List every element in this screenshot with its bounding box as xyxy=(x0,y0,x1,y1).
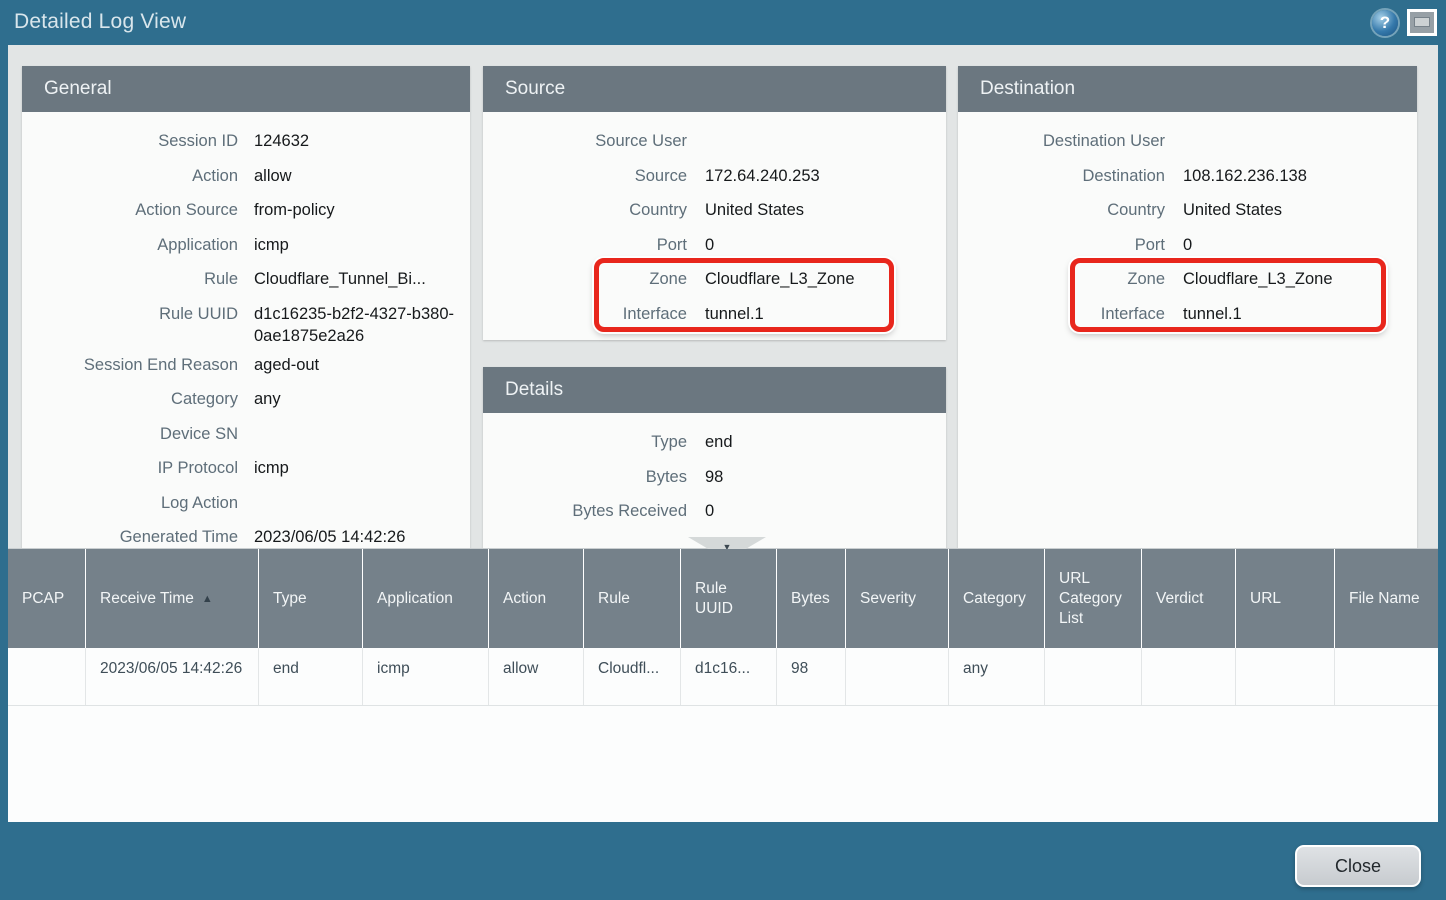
column-header-action[interactable]: Action xyxy=(488,549,583,648)
dialog-content: General Session ID 124632 Action allow A… xyxy=(8,45,1438,822)
general-panel-title: General xyxy=(22,66,470,112)
destination-panel: Destination Destination User Destination… xyxy=(958,66,1417,548)
field-generated-time: Generated Time 2023/06/05 14:42:26 xyxy=(22,520,470,548)
source-panel-title: Source xyxy=(483,66,946,112)
column-header-url-category-list[interactable]: URL Category List xyxy=(1044,549,1141,648)
column-header-verdict[interactable]: Verdict xyxy=(1141,549,1235,648)
cell-bytes: 98 xyxy=(776,648,845,705)
maximize-icon-inner xyxy=(1414,17,1430,27)
field-destination-country: Country United States xyxy=(958,193,1417,228)
log-table-header: PCAP Receive Time ▲ Type Application Act… xyxy=(8,548,1438,648)
source-panel: Source Source User Source 172.64.240.253… xyxy=(483,66,946,340)
cell-receive-time: 2023/06/05 14:42:26 xyxy=(85,648,258,705)
dialog-title: Detailed Log View xyxy=(14,10,186,34)
field-source-user: Source User xyxy=(483,124,946,159)
field-destination-user: Destination User xyxy=(958,124,1417,159)
cell-url xyxy=(1235,648,1334,705)
details-panel: Details Type end Bytes 98 Bytes Received… xyxy=(483,367,946,548)
cell-application: icmp xyxy=(362,648,488,705)
field-category: Category any xyxy=(22,382,470,417)
field-source-interface: Interface tunnel.1 xyxy=(483,297,946,332)
source-panel-body: Source User Source 172.64.240.253 Countr… xyxy=(483,112,946,331)
column-header-rule-uuid[interactable]: Rule UUID xyxy=(680,549,776,648)
close-button[interactable]: Close xyxy=(1295,845,1421,887)
column-header-url[interactable]: URL xyxy=(1235,549,1334,648)
general-panel-body: Session ID 124632 Action allow Action So… xyxy=(22,112,470,548)
general-panel: General Session ID 124632 Action allow A… xyxy=(22,66,470,548)
cell-action: allow xyxy=(488,648,583,705)
field-application: Application icmp xyxy=(22,228,470,263)
field-type: Type end xyxy=(483,425,946,460)
table-row[interactable]: 2023/06/05 14:42:26 end icmp allow Cloud… xyxy=(8,648,1438,706)
column-header-receive-time[interactable]: Receive Time ▲ xyxy=(85,549,258,648)
column-header-severity[interactable]: Severity xyxy=(845,549,948,648)
field-source-port: Port 0 xyxy=(483,228,946,263)
field-bytes: Bytes 98 xyxy=(483,460,946,495)
field-ip-protocol: IP Protocol icmp xyxy=(22,451,470,486)
field-session-end-reason: Session End Reason aged-out xyxy=(22,348,470,383)
field-log-action: Log Action xyxy=(22,486,470,521)
details-panel-title: Details xyxy=(483,367,946,413)
column-header-pcap[interactable]: PCAP xyxy=(8,549,85,648)
field-session-id: Session ID 124632 xyxy=(22,124,470,159)
field-device-sn: Device SN xyxy=(22,417,470,452)
cell-url-category-list xyxy=(1044,648,1141,705)
column-header-rule[interactable]: Rule xyxy=(583,549,680,648)
dialog-titlebar: Detailed Log View ? xyxy=(0,0,1446,45)
destination-panel-title: Destination xyxy=(958,66,1417,112)
column-header-type[interactable]: Type xyxy=(258,549,362,648)
maximize-icon[interactable] xyxy=(1407,9,1437,36)
log-table: PCAP Receive Time ▲ Type Application Act… xyxy=(8,548,1438,822)
column-header-bytes[interactable]: Bytes xyxy=(776,549,845,648)
field-destination: Destination 108.162.236.138 xyxy=(958,159,1417,194)
destination-panel-body: Destination User Destination 108.162.236… xyxy=(958,112,1417,331)
details-panel-body: Type end Bytes 98 Bytes Received 0 xyxy=(483,413,946,529)
field-source-country: Country United States xyxy=(483,193,946,228)
field-rule-uuid: Rule UUID d1c16235-b2f2-4327-b380-0ae187… xyxy=(22,297,470,348)
field-destination-interface: Interface tunnel.1 xyxy=(958,297,1417,332)
field-destination-port: Port 0 xyxy=(958,228,1417,263)
cell-rule: Cloudfl... xyxy=(583,648,680,705)
sort-ascending-icon: ▲ xyxy=(202,589,213,609)
field-bytes-received: Bytes Received 0 xyxy=(483,494,946,529)
column-header-application[interactable]: Application xyxy=(362,549,488,648)
cell-file-name xyxy=(1334,648,1438,705)
cell-rule-uuid: d1c16... xyxy=(680,648,776,705)
cell-pcap xyxy=(8,648,85,705)
field-rule: Rule Cloudflare_Tunnel_Bi... xyxy=(22,262,470,297)
cell-verdict xyxy=(1141,648,1235,705)
column-header-category[interactable]: Category xyxy=(948,549,1044,648)
field-source-zone: Zone Cloudflare_L3_Zone xyxy=(483,262,946,297)
cell-category: any xyxy=(948,648,1044,705)
column-header-file-name[interactable]: File Name xyxy=(1334,549,1438,648)
field-action: Action allow xyxy=(22,159,470,194)
field-action-source: Action Source from-policy xyxy=(22,193,470,228)
cell-type: end xyxy=(258,648,362,705)
field-destination-zone: Zone Cloudflare_L3_Zone xyxy=(958,262,1417,297)
help-icon[interactable]: ? xyxy=(1372,10,1398,36)
field-source: Source 172.64.240.253 xyxy=(483,159,946,194)
cell-severity xyxy=(845,648,948,705)
